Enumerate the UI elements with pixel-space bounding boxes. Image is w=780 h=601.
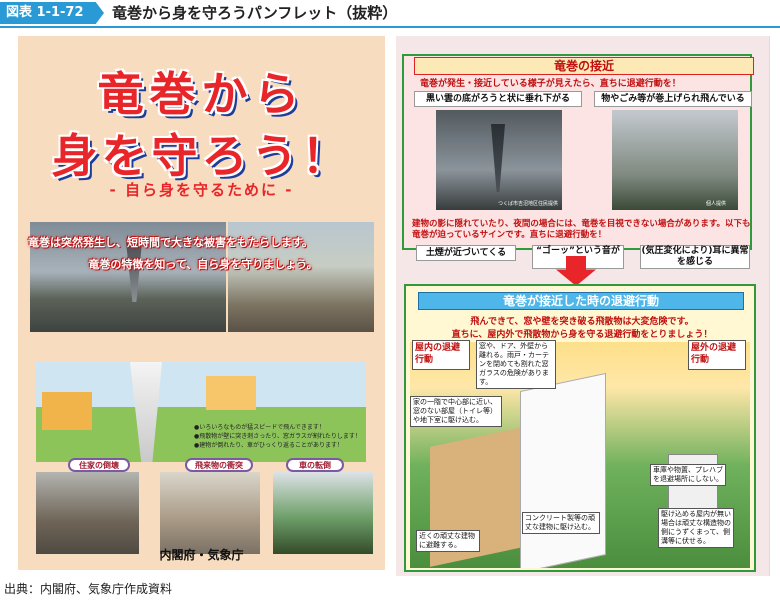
outdoor-evacuation-label: 屋外の退避行動 bbox=[688, 340, 746, 370]
approach-section: 竜巻の接近 竜巻が発生・接近している様子が見えたら、直ちに退避行動を！ 黒い雲の… bbox=[402, 54, 754, 269]
tornado-funnel bbox=[126, 242, 142, 302]
sign-flying-debris: 物やごみ等が巻上げられ飛んでいる bbox=[594, 91, 752, 107]
photo-caption: つくば市吉沼地区住民提供 bbox=[498, 201, 559, 207]
label-car-overturn: 車の転倒 bbox=[286, 458, 344, 472]
source-note: 出典：内閣府、気象庁作成資料 bbox=[4, 582, 173, 596]
approach-title: 竜巻の接近 bbox=[414, 57, 754, 75]
callout-interior-room: 家の一階で中心部に近い、窓のない部屋（トイレ等）や地下室に駆け込む。 bbox=[410, 396, 502, 427]
cover-lead-line2: 竜巻の特徴を知って、自ら身を守りましょう。 bbox=[88, 258, 318, 271]
cover-lead-line1: 竜巻は突然発生し、短時間で大きな被害をもたらします。 bbox=[28, 236, 313, 249]
label-house-collapse: 住家の倒壊 bbox=[68, 458, 130, 472]
evacuation-section: 竜巻が接近した時の退避行動 飛んできて、窓や壁を突き破る飛散物は大変危険です。 … bbox=[404, 284, 756, 572]
approach-lead: 竜巻が発生・接近している様子が見えたら、直ちに退避行動を！ bbox=[420, 79, 681, 89]
debris-impact-photo bbox=[160, 472, 260, 554]
figure-title: 竜巻から身を守ろうパンフレット（抜粋） bbox=[112, 4, 398, 22]
sign-dust-cloud: 土煙が近づいてくる bbox=[416, 245, 516, 261]
evacuation-title: 竜巻が接近した時の退避行動 bbox=[418, 292, 744, 310]
figure-number-badge: 図表 1-1-72 bbox=[0, 2, 104, 24]
callout-away-from-windows: 窓や、ドア、外壁から離れる。雨戸・カーテンを閉めても割れた窓ガラスの危険がありま… bbox=[476, 340, 556, 389]
overturned-car-photo bbox=[273, 472, 373, 554]
headline-line2: 身を守ろう！ bbox=[51, 129, 352, 183]
pamphlet-cover: 竜巻から 身を守ろう！ - 自ら身を守るために - 竜巻は突然発生し、短時間で大… bbox=[18, 36, 385, 570]
house-wall bbox=[520, 372, 606, 568]
callout-avoid-sheds: 車庫や物置、プレハブを退避場所にしない。 bbox=[650, 464, 726, 486]
approach-warning: 建物の影に隠れていたり、夜間の場合には、竜巻を目視できない場合があります。以下も… bbox=[412, 219, 751, 240]
tornado-funnel bbox=[491, 124, 505, 192]
label-debris-impact: 飛来物の衝突 bbox=[185, 458, 253, 472]
evacuation-lead-line2: 直ちに、屋内外で飛散物から身を守る退避行動をとりましょう！ bbox=[451, 330, 713, 340]
flying-debris-photo: 個人提供 bbox=[612, 110, 738, 210]
callout-crouch-near-structure: 駆け込める屋内が無い場合は頑丈な構造物の側にうずくまって、側溝等に伏せる。 bbox=[658, 508, 734, 548]
callout-concrete-building: コンクリート製等の頑丈な建物に駆け込む。 bbox=[522, 512, 600, 534]
pamphlet-inner-page: 竜巻の接近 竜巻が発生・接近している様子が見えたら、直ちに退避行動を！ 黒い雲の… bbox=[396, 36, 770, 576]
headline-line1: 竜巻から bbox=[97, 67, 306, 121]
cover-subtitle: - 自ら身を守るために - bbox=[109, 181, 294, 199]
illustration-note: ●いろいろなものが猛スピードで飛んできます！ bbox=[194, 424, 325, 431]
photo-caption: 個人提供 bbox=[706, 201, 727, 207]
cover-credit: 内閣府・気象庁 bbox=[159, 548, 244, 562]
house-illustration bbox=[42, 392, 92, 430]
house-illustration bbox=[206, 376, 256, 410]
illustration-note: ●飛散物が壁に突き刺さったり、窓ガラスが割れたりします！ bbox=[194, 433, 361, 440]
evacuation-lead-line1: 飛んできて、窓や壁を突き破る飛散物は大変危険です。 bbox=[470, 317, 694, 327]
collapsed-house-photo bbox=[36, 472, 139, 554]
callout-nearby-building: 近くの頑丈な建物に避難する。 bbox=[416, 530, 480, 552]
header-rule bbox=[0, 26, 780, 28]
illustration-note: ●建物が倒れたり、車がひっくり返ることがあります！ bbox=[194, 442, 343, 449]
sign-ear-pressure: (気圧変化により)耳に異常を感じる bbox=[640, 245, 750, 269]
funnel-cloud-photo: つくば市吉沼地区住民提供 bbox=[436, 110, 562, 210]
sign-funnel-cloud: 黒い雲の底がろうと状に垂れ下がる bbox=[414, 91, 582, 107]
indoor-evacuation-label: 屋内の退避行動 bbox=[412, 340, 470, 370]
